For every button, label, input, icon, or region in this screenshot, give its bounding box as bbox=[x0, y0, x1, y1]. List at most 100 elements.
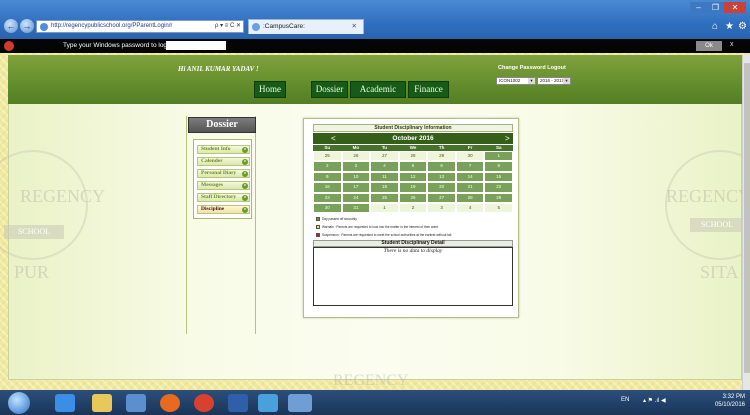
sidebar-item-student-info[interactable]: Student Info » bbox=[197, 145, 250, 154]
calendar-day[interactable]: 2 bbox=[398, 202, 428, 214]
calendar-day[interactable]: 18 bbox=[370, 182, 399, 193]
calendar-day[interactable]: 27 bbox=[370, 151, 399, 162]
address-tools[interactable]: ρ ▾ ≡ C ✕ bbox=[215, 21, 241, 32]
chevron-down-icon: ▾ bbox=[528, 78, 535, 84]
firefox-icon[interactable] bbox=[160, 394, 180, 412]
ie-tab-icon bbox=[252, 23, 260, 31]
address-bar[interactable]: http://regencypublicschool.org/PParentLo… bbox=[36, 20, 244, 33]
calendar-day[interactable]: 28 bbox=[455, 192, 485, 203]
calendar-day[interactable]: 1 bbox=[370, 202, 399, 214]
nav-home[interactable]: Home bbox=[254, 81, 286, 98]
ok-button[interactable]: Ok bbox=[696, 41, 722, 51]
calendar-day[interactable]: 26 bbox=[341, 151, 371, 162]
calendar-day[interactable]: 13 bbox=[427, 171, 456, 183]
calendar-day[interactable]: 6 bbox=[427, 161, 456, 172]
calendar-day[interactable]: 5 bbox=[484, 202, 514, 214]
school-select-value: ICON1002 bbox=[499, 78, 521, 83]
home-icon[interactable]: ⌂ bbox=[712, 21, 718, 32]
calendar-day[interactable]: 9 bbox=[313, 171, 342, 183]
tab-label: :CampusCare: bbox=[263, 23, 305, 30]
calendar-day[interactable]: 23 bbox=[313, 192, 342, 203]
calendar-day[interactable]: 15 bbox=[484, 171, 514, 183]
chrome-icon[interactable] bbox=[194, 394, 214, 412]
active-window-icon[interactable] bbox=[288, 394, 312, 412]
nav-finance[interactable]: Finance bbox=[408, 81, 449, 98]
calendar-day[interactable]: 31 bbox=[341, 202, 371, 214]
maximize-button[interactable]: ❐ bbox=[707, 2, 724, 13]
calendar-day[interactable]: 27 bbox=[427, 192, 456, 203]
calendar-day[interactable]: 3 bbox=[427, 202, 456, 214]
calendar-day[interactable]: 25 bbox=[313, 151, 342, 162]
sidebar-item-discipline[interactable]: Discipline » bbox=[197, 205, 250, 214]
clock-date: 05/10/2016 bbox=[714, 402, 745, 408]
calendar-day[interactable]: 11 bbox=[370, 171, 399, 183]
calendar-day[interactable]: 30 bbox=[313, 202, 342, 214]
calendar-day[interactable]: 16 bbox=[313, 182, 342, 193]
close-prompt-icon[interactable]: x bbox=[730, 41, 734, 48]
system-tray-icons[interactable]: ▴ ⚑ .ıl ◀ bbox=[643, 397, 666, 404]
logout-link[interactable]: Logout bbox=[547, 65, 566, 71]
language-indicator[interactable]: EN bbox=[621, 397, 629, 403]
calendar-day[interactable]: 2 bbox=[313, 161, 342, 172]
calendar-day[interactable]: 19 bbox=[398, 182, 428, 193]
calendar-day[interactable]: 21 bbox=[455, 182, 485, 193]
legend-text: Suspension : Parents are requested to me… bbox=[322, 233, 452, 238]
forward-button[interactable]: → bbox=[20, 19, 34, 33]
clock[interactable]: 3:32 PM 05/10/2016 bbox=[703, 393, 745, 409]
chevron-right-icon: » bbox=[242, 171, 248, 177]
calendar-day[interactable]: 4 bbox=[370, 161, 399, 172]
calendar-day[interactable]: 28 bbox=[398, 151, 428, 162]
calendar-day[interactable]: 1 bbox=[484, 151, 514, 162]
app-icon[interactable] bbox=[258, 394, 278, 412]
page-scrollbar[interactable] bbox=[742, 55, 750, 390]
calendar-week-row: 9 10 11 12 13 14 15 bbox=[313, 171, 514, 183]
tab-close-icon[interactable]: ✕ bbox=[352, 20, 357, 34]
calendar-day[interactable]: 7 bbox=[455, 161, 485, 172]
sidebar-item-messages[interactable]: Messages » bbox=[197, 181, 250, 190]
calendar-day[interactable]: 29 bbox=[427, 151, 456, 162]
legend-smooth: Day passed off smoothly bbox=[316, 216, 357, 223]
calendar-next-button[interactable]: > bbox=[505, 133, 510, 144]
nav-dossier[interactable]: Dossier bbox=[311, 81, 348, 98]
calendar-day[interactable]: 20 bbox=[427, 182, 456, 193]
calendar-day[interactable]: 5 bbox=[398, 161, 428, 172]
calendar-prev-button[interactable]: < bbox=[331, 133, 336, 144]
calendar-day[interactable]: 17 bbox=[341, 182, 371, 193]
sidebar-item-personal-diary[interactable]: Personal Diary » bbox=[197, 169, 250, 178]
gear-icon[interactable]: ⚙ bbox=[738, 21, 747, 32]
calendar-week-row: 25 26 27 28 29 30 1 bbox=[313, 151, 514, 162]
tab-campuscare[interactable]: :CampusCare: ✕ bbox=[248, 19, 364, 34]
calendar-day[interactable]: 10 bbox=[341, 171, 371, 183]
calendar-day[interactable]: 4 bbox=[455, 202, 485, 214]
sidebar-item-staff-directory[interactable]: Staff Directory » bbox=[197, 193, 250, 202]
change-password-link[interactable]: Change Password bbox=[498, 65, 546, 71]
calendar-day[interactable]: 30 bbox=[455, 151, 485, 162]
media-player-icon[interactable] bbox=[126, 394, 146, 412]
calendar-day[interactable]: 8 bbox=[484, 161, 514, 172]
back-button[interactable]: ← bbox=[4, 19, 18, 33]
ie-icon[interactable] bbox=[55, 394, 75, 412]
chevron-right-icon: » bbox=[242, 207, 248, 213]
calendar-day[interactable]: 3 bbox=[341, 161, 371, 172]
start-button[interactable] bbox=[8, 392, 30, 414]
favorites-star-icon[interactable]: ★ bbox=[725, 21, 734, 32]
app-icon[interactable] bbox=[228, 394, 248, 412]
legend-swatch-red bbox=[316, 233, 320, 238]
session-select[interactable]: 2016 - 2017 ▾ bbox=[537, 77, 571, 85]
calendar-day[interactable]: 22 bbox=[484, 182, 514, 193]
calendar-day[interactable]: 25 bbox=[370, 192, 399, 203]
calendar-day[interactable]: 24 bbox=[341, 192, 371, 203]
folder-icon[interactable] bbox=[92, 394, 112, 412]
school-select[interactable]: ICON1002 ▾ bbox=[496, 77, 536, 85]
calendar-day[interactable]: 29 bbox=[484, 192, 514, 203]
sidebar-item-calender[interactable]: Calender » bbox=[197, 157, 250, 166]
calendar-day[interactable]: 12 bbox=[398, 171, 428, 183]
minimize-button[interactable]: – bbox=[690, 2, 707, 13]
calendar-day[interactable]: 26 bbox=[398, 192, 428, 203]
session-select-value: 2016 - 2017 bbox=[540, 78, 565, 83]
scrollbar-thumb[interactable] bbox=[744, 63, 750, 373]
calendar-day[interactable]: 14 bbox=[455, 171, 485, 183]
password-input[interactable] bbox=[166, 41, 226, 50]
close-window-button[interactable]: ✕ bbox=[724, 2, 746, 13]
nav-academic[interactable]: Academic bbox=[350, 81, 406, 98]
